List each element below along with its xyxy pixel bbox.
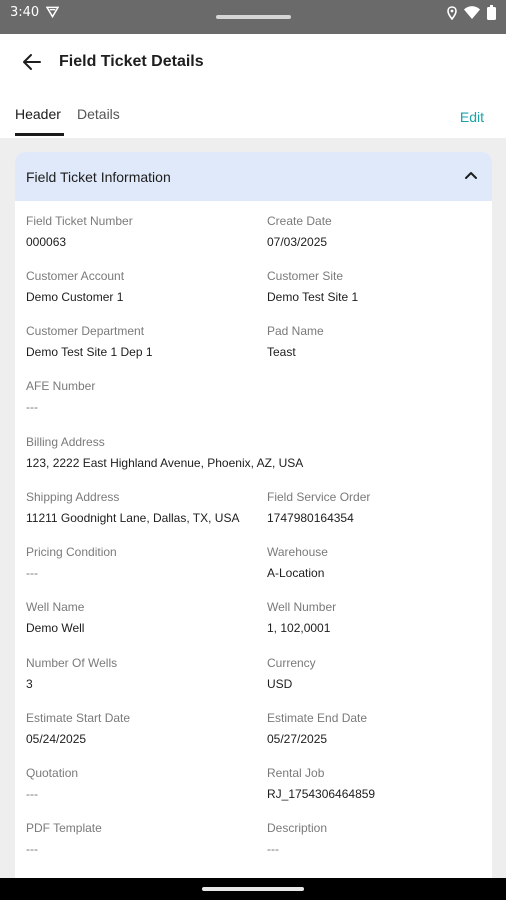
field-value: Demo Test Site 1 xyxy=(267,290,359,304)
field-label: Create Date xyxy=(267,214,332,228)
pdf-template: PDF Template --- xyxy=(26,821,102,856)
field-value: 123, 2222 East Highland Avenue, Phoenix,… xyxy=(26,456,304,470)
field-value: Demo Customer 1 xyxy=(26,290,124,304)
field-label: Billing Address xyxy=(26,435,105,449)
field-ticket-number: Field Ticket Number 000063 xyxy=(26,214,133,249)
field-value: --- xyxy=(26,400,38,414)
pad-name: Pad Name Teast xyxy=(267,324,324,359)
active-tab-indicator xyxy=(15,133,64,136)
field-service-order: Field Service Order 1747980164354 xyxy=(267,490,370,525)
battery-icon xyxy=(487,5,496,20)
field-label: Field Service Order xyxy=(267,490,371,504)
field-label: PDF Template xyxy=(26,821,102,835)
field-value: 3 xyxy=(26,677,33,691)
field-label: Shipping Address xyxy=(26,490,120,504)
field-label: Description xyxy=(267,821,328,835)
vpn-key-icon xyxy=(46,6,59,19)
field-value: 05/27/2025 xyxy=(267,732,328,746)
field-label: Currency xyxy=(267,656,316,670)
home-gesture-handle[interactable] xyxy=(202,887,304,891)
field-label: Rental Job xyxy=(267,766,325,780)
currency: Currency USD xyxy=(267,656,316,691)
field-value: Demo Well xyxy=(26,621,85,635)
back-arrow-icon[interactable] xyxy=(20,50,44,74)
field-value: A-Location xyxy=(267,566,325,580)
field-value: USD xyxy=(267,677,293,691)
tab-details[interactable]: Details xyxy=(77,106,120,122)
well-number: Well Number 1, 102,0001 xyxy=(267,600,336,635)
estimate-start-date: Estimate Start Date 05/24/2025 xyxy=(26,711,130,746)
field-label: Pricing Condition xyxy=(26,545,117,559)
create-date: Create Date 07/03/2025 xyxy=(267,214,332,249)
status-bar: 3:40 xyxy=(0,0,506,34)
field-label: Customer Account xyxy=(26,269,125,283)
camera-pill xyxy=(216,15,291,19)
field-value: 07/03/2025 xyxy=(267,235,328,249)
field-label: Quotation xyxy=(26,766,79,780)
field-value: 000063 xyxy=(26,235,67,249)
field-value: Teast xyxy=(267,345,296,359)
card-title: Field Ticket Information xyxy=(26,169,171,185)
field-label: Customer Department xyxy=(26,324,145,338)
field-value: 1, 102,0001 xyxy=(267,621,331,635)
shipping-address: Shipping Address 11211 Goodnight Lane, D… xyxy=(26,490,239,525)
field-value: 11211 Goodnight Lane, Dallas, TX, USA xyxy=(26,511,240,525)
status-time: 3:40 xyxy=(10,5,40,20)
field-value: RJ_1754306464859 xyxy=(267,787,376,801)
field-value: --- xyxy=(267,842,279,856)
navigation-bar xyxy=(0,878,506,900)
app-bar: Field Ticket Details xyxy=(0,34,506,92)
rental-job: Rental Job RJ_1754306464859 xyxy=(267,766,375,801)
field-label: Estimate Start Date xyxy=(26,711,131,725)
customer-site: Customer Site Demo Test Site 1 xyxy=(267,269,358,304)
page-title: Field Ticket Details xyxy=(59,53,204,70)
wifi-icon xyxy=(464,6,480,19)
field-label: AFE Number xyxy=(26,379,96,393)
estimate-end-date: Estimate End Date 05/27/2025 xyxy=(267,711,367,746)
chevron-up-icon[interactable] xyxy=(464,170,478,180)
afe-number: AFE Number --- xyxy=(26,379,95,414)
field-value: --- xyxy=(26,566,38,580)
field-label: Customer Site xyxy=(267,269,344,283)
field-value: --- xyxy=(26,842,38,856)
customer-account: Customer Account Demo Customer 1 xyxy=(26,269,124,304)
field-value: Demo Test Site 1 Dep 1 xyxy=(26,345,153,359)
field-label: Number Of Wells xyxy=(26,656,118,670)
description: Description --- xyxy=(267,821,327,856)
number-of-wells: Number Of Wells 3 xyxy=(26,656,117,691)
field-label: Well Name xyxy=(26,600,85,614)
warehouse: Warehouse A-Location xyxy=(267,545,328,580)
edit-button[interactable]: Edit xyxy=(460,109,484,125)
field-ticket-info-card: Field Ticket Information Field Ticket Nu… xyxy=(15,152,492,878)
well-name: Well Name Demo Well xyxy=(26,600,84,635)
card-header[interactable]: Field Ticket Information xyxy=(15,152,492,201)
tab-header[interactable]: Header xyxy=(15,106,61,122)
field-label: Estimate End Date xyxy=(267,711,368,725)
field-label: Field Ticket Number xyxy=(26,214,133,228)
field-value: 1747980164354 xyxy=(267,511,354,525)
field-label: Well Number xyxy=(267,600,337,614)
field-value: --- xyxy=(26,787,38,801)
quotation: Quotation --- xyxy=(26,766,78,801)
tab-bar: Header Details Edit xyxy=(0,96,506,138)
customer-department: Customer Department Demo Test Site 1 Dep… xyxy=(26,324,153,359)
billing-address: Billing Address 123, 2222 East Highland … xyxy=(26,435,303,470)
field-value: 05/24/2025 xyxy=(26,732,87,746)
pricing-condition: Pricing Condition --- xyxy=(26,545,117,580)
location-icon xyxy=(447,5,457,20)
field-label: Warehouse xyxy=(267,545,328,559)
field-label: Pad Name xyxy=(267,324,324,338)
